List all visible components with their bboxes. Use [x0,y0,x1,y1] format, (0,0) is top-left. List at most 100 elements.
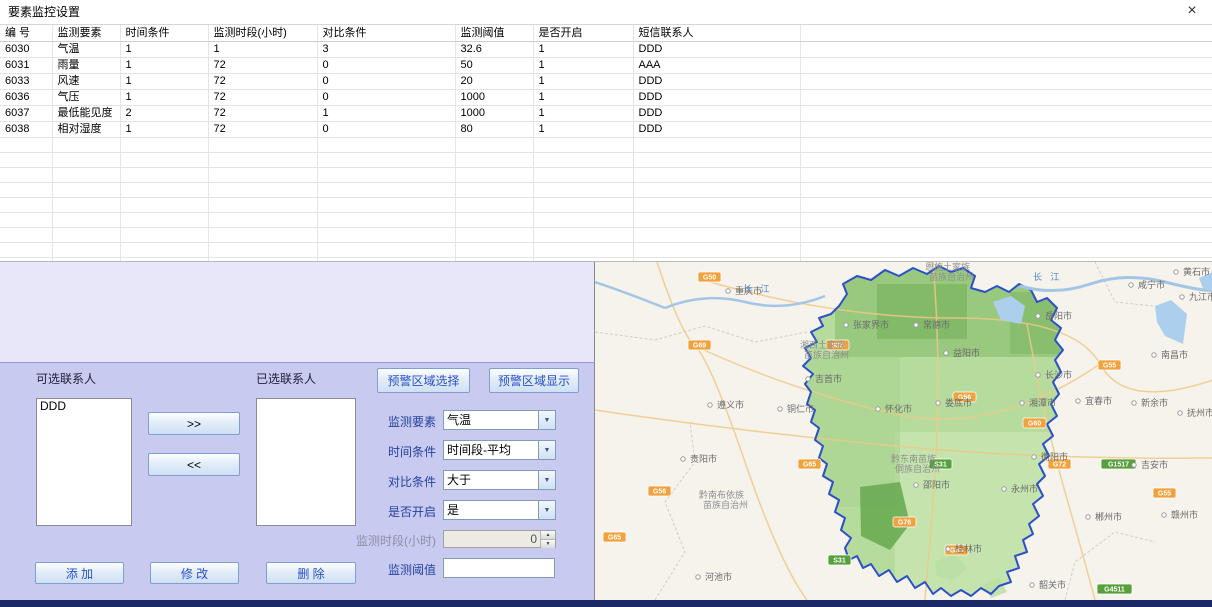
city-label: 九江市 [1189,291,1212,302]
table-cell [208,243,317,258]
road-badge-label: G4511 [1104,587,1125,594]
road-badge-label: G1517 [1108,462,1129,469]
contact-item[interactable]: DDD [37,399,131,413]
time-condition-select[interactable]: 时间段-平均 ▼ [443,440,556,460]
city-label: 贵阳市 [690,453,717,464]
monitor-table: 编 号监测要素时间条件监测时段(小时)对比条件监测阈值是否开启短信联系人6030… [0,25,1212,262]
city-label: 南昌市 [1161,349,1188,360]
column-header: 监测阈值 [455,25,533,42]
city-marker-icon [1076,399,1080,403]
table-cell: 雨量 [52,58,120,74]
add-button[interactable]: 添 加 [35,562,124,584]
table-row[interactable]: 6038相对湿度1720801DDD [0,122,1212,138]
city-label: 宜春市 [1085,395,1112,406]
city-marker-icon [1178,411,1182,415]
table-cell [533,198,633,213]
column-header: 监测时段(小时) [208,25,317,42]
period-spinner[interactable]: 0 ▲ ▼ [443,530,556,548]
table-cell [120,138,208,153]
warning-area-display-button[interactable]: 预警区域显示 [489,368,579,393]
table-row[interactable]: 6036气压172010001DDD [0,90,1212,106]
table-empty-row [0,243,1212,258]
table-cell: 1 [533,42,633,58]
table-cell: 1 [533,74,633,90]
table-empty-row [0,168,1212,183]
spin-down-icon[interactable]: ▼ [541,540,555,548]
table-row[interactable]: 6030气温11332.61DDD [0,42,1212,58]
table-cell [208,183,317,198]
table-cell [52,213,120,228]
table-cell [0,198,52,213]
move-left-button[interactable]: << [148,453,240,476]
column-header-filler [800,25,1212,42]
table-cell [208,168,317,183]
province-map[interactable]: G50G69S26G55G56G60G56S31G65G72G1517G55G7… [595,262,1212,600]
table-cell [455,243,533,258]
region-label: 苗族自治州 [703,499,748,510]
table-row[interactable]: 6033风速1720201DDD [0,74,1212,90]
table-empty-row [0,138,1212,153]
table-cell-filler [800,74,1212,90]
table-cell-filler [800,90,1212,106]
table-cell [120,183,208,198]
table-cell: 50 [455,58,533,74]
chevron-down-icon[interactable]: ▼ [538,471,555,489]
warning-area-select-button[interactable]: 预警区域选择 [377,368,470,393]
table-cell [208,213,317,228]
table-cell: 最低能见度 [52,106,120,122]
region-label: 苗族自治州 [804,349,849,360]
city-label: 桂林市 [955,543,982,554]
table-cell: 1 [533,58,633,74]
table-cell: DDD [633,42,800,58]
table-cell-filler [800,153,1212,168]
table-cell: 72 [208,106,317,122]
element-label: 监测要素 [330,413,436,430]
city-label: 咸宁市 [1138,279,1165,290]
compare-condition-select[interactable]: 大于 ▼ [443,470,556,490]
city-label: 湘潭市 [1029,397,1056,408]
close-icon[interactable]: × [1182,2,1202,20]
region-label: 湘西土家族 [800,339,845,350]
table-cell [0,243,52,258]
city-label: 益阳市 [953,347,980,358]
table-cell: 1 [120,42,208,58]
city-marker-icon [914,323,918,327]
chevron-down-icon[interactable]: ▼ [538,411,555,429]
table-empty-row [0,213,1212,228]
table-cell-filler [800,228,1212,243]
city-label: 郴州市 [1095,511,1122,522]
city-marker-icon [1162,513,1166,517]
table-cell [455,213,533,228]
table-cell: 72 [208,74,317,90]
table-cell [455,198,533,213]
chevron-down-icon[interactable]: ▼ [538,441,555,459]
table-cell: 20 [455,74,533,90]
table-row[interactable]: 6037最低能见度272110001DDD [0,106,1212,122]
table-cell [455,153,533,168]
delete-button[interactable]: 删 除 [266,562,356,584]
threshold-input[interactable] [443,558,555,578]
city-label: 衡阳市 [1041,451,1068,462]
road-badge-label: G72 [1053,462,1066,469]
available-contacts-list[interactable]: DDD [36,398,132,526]
table-row[interactable]: 6031雨量1720501AAA [0,58,1212,74]
move-right-button[interactable]: >> [148,412,240,435]
table-cell [52,183,120,198]
spin-up-icon[interactable]: ▲ [541,531,555,540]
table-cell-filler [800,106,1212,122]
table-cell: 6033 [0,74,52,90]
modify-button[interactable]: 修 改 [150,562,239,584]
chevron-down-icon[interactable]: ▼ [538,501,555,519]
table-cell: DDD [633,122,800,138]
table-empty-row [0,198,1212,213]
enable-select[interactable]: 是 ▼ [443,500,556,520]
table-cell-filler [800,213,1212,228]
table-cell: 1 [533,90,633,106]
table-cell [208,153,317,168]
element-select[interactable]: 气温 ▼ [443,410,556,430]
map-panel[interactable]: G50G69S26G55G56G60G56S31G65G72G1517G55G7… [594,262,1212,600]
city-label: 岳阳市 [1045,310,1072,321]
city-marker-icon [708,403,712,407]
table-cell [120,198,208,213]
city-label: 韶关市 [1039,579,1066,590]
